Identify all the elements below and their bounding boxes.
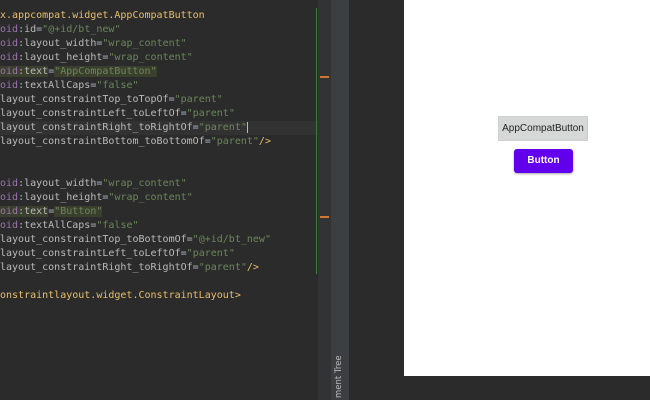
code-line-1: x.appcompat.widget.AppCompatButton xyxy=(0,9,318,23)
attribute-value: @+id/bt_new xyxy=(198,234,265,245)
namespace: oid xyxy=(0,206,19,217)
attribute-value: parent xyxy=(180,94,217,105)
code-line-15: oid:text="Button" xyxy=(0,206,103,217)
attribute-value: wrap_content xyxy=(108,178,181,189)
text-cursor xyxy=(246,121,248,133)
attribute-name: layout_height xyxy=(24,52,103,63)
namespace: oid xyxy=(0,24,19,35)
attribute-name: layout_height xyxy=(24,192,103,203)
namespace: oid xyxy=(0,66,19,77)
closing-tag-name: onstraintlayout.widget.ConstraintLayout xyxy=(0,290,235,301)
attribute-value: false xyxy=(102,220,133,231)
attribute-name: layout_width xyxy=(24,38,97,49)
code-line-2: oid:id="@+id/bt_new" xyxy=(0,24,121,35)
tag-close: > xyxy=(234,290,241,301)
attribute-value: parent xyxy=(204,122,241,133)
code-line-9-current: layout_constraintRight_toRightOf="parent… xyxy=(0,121,318,135)
tag-name: x.appcompat.widget.AppCompatButton xyxy=(0,10,205,21)
attribute-name: layout_constraintRight_toRightOf xyxy=(0,122,193,133)
namespace: oid xyxy=(0,38,19,49)
code-line-13: oid:layout_width="wrap_content" xyxy=(0,178,187,189)
attribute-value: wrap_content xyxy=(114,52,187,63)
namespace: oid xyxy=(0,192,19,203)
editor-scroll-gutter[interactable] xyxy=(318,0,331,400)
code-line-19: layout_constraintRight_toRightOf="parent… xyxy=(0,262,259,273)
code-editor[interactable]: x.appcompat.widget.AppCompatButton oid:i… xyxy=(0,0,318,400)
attribute-value: wrap_content xyxy=(108,38,181,49)
attribute-name: layout_constraintTop_toBottomOf xyxy=(0,234,187,245)
attribute-value: Button xyxy=(60,206,97,217)
attribute-name: layout_constraintBottom_toBottomOf xyxy=(0,136,205,147)
namespace: oid xyxy=(0,178,19,189)
namespace: oid xyxy=(0,220,19,231)
panel-splitter[interactable] xyxy=(331,0,349,400)
attribute-name: textAllCaps xyxy=(24,80,91,91)
attribute-value: wrap_content xyxy=(114,192,187,203)
code-line-14: oid:layout_height="wrap_content" xyxy=(0,192,193,203)
code-line-8: layout_constraintLeft_toLeftOf="parent" xyxy=(0,108,235,119)
code-line-10: layout_constraintBottom_toBottomOf="pare… xyxy=(0,136,271,147)
code-line-7: layout_constraintTop_toTopOf="parent" xyxy=(0,94,223,105)
code-lines: x.appcompat.widget.AppCompatButton oid:i… xyxy=(0,9,318,303)
attribute-value: parent xyxy=(192,248,229,259)
code-line-4: oid:layout_height="wrap_content" xyxy=(0,52,193,63)
attribute-name: layout_constraintTop_toTopOf xyxy=(0,94,169,105)
code-line-21: onstraintlayout.widget.ConstraintLayout> xyxy=(0,289,318,303)
attribute-name: textAllCaps xyxy=(24,220,91,231)
attribute-name: layout_constraintRight_toRightOf xyxy=(0,262,193,273)
code-line-3: oid:layout_width="wrap_content" xyxy=(0,38,187,49)
attribute-value: false xyxy=(102,80,133,91)
attribute-value: parent xyxy=(216,136,253,147)
code-line-16: oid:textAllCaps="false" xyxy=(0,220,139,231)
material-button[interactable]: Button xyxy=(514,149,573,173)
indent-guide xyxy=(316,8,317,274)
namespace: oid xyxy=(0,52,19,63)
code-line-6: oid:textAllCaps="false" xyxy=(0,80,139,91)
attribute-value: parent xyxy=(204,262,241,273)
device-preview-screen[interactable] xyxy=(404,0,650,376)
tag-close: /> xyxy=(246,262,259,273)
code-line-18: layout_constraintLeft_toLeftOf="parent" xyxy=(0,248,235,259)
attribute-name: id xyxy=(24,24,37,35)
code-line-17: layout_constraintTop_toBottomOf="@+id/bt… xyxy=(0,234,271,245)
component-tree-label: ment Tree xyxy=(334,355,344,398)
attribute-name: layout_constraintLeft_toLeftOf xyxy=(0,108,181,119)
tag-close: /> xyxy=(258,136,271,147)
namespace: oid xyxy=(0,80,19,91)
appcompat-button[interactable]: AppCompatButton xyxy=(498,116,588,141)
change-marker[interactable] xyxy=(320,216,329,218)
change-marker[interactable] xyxy=(320,76,329,78)
attribute-name: layout_constraintLeft_toLeftOf xyxy=(0,248,181,259)
attribute-name: text xyxy=(24,206,49,217)
attribute-name: text xyxy=(24,66,49,77)
attribute-value: parent xyxy=(192,108,229,119)
attribute-name: layout_width xyxy=(24,178,97,189)
attribute-value: @+id/bt_new xyxy=(48,24,115,35)
code-line-5: oid:text="AppCompatButton" xyxy=(0,66,157,77)
attribute-value: AppCompatButton xyxy=(60,66,151,77)
